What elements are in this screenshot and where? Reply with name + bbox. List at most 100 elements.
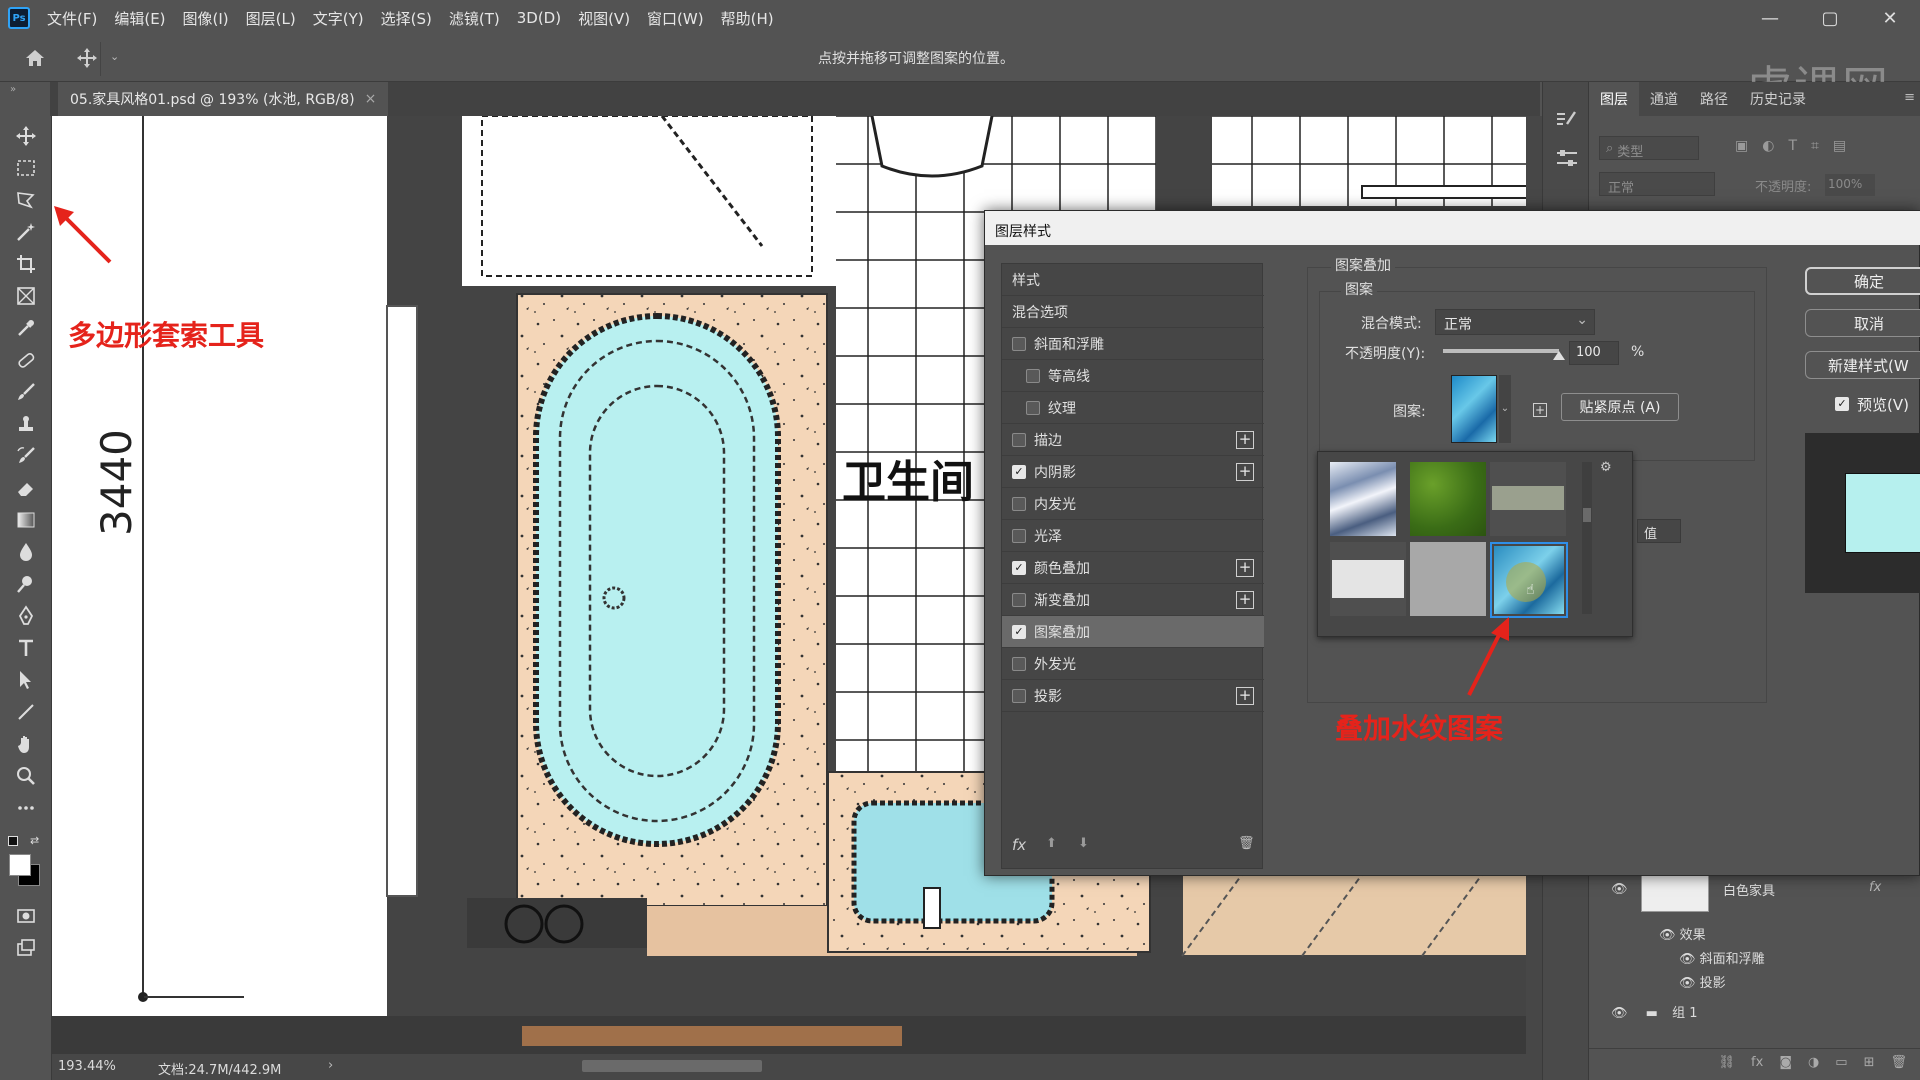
menu-help[interactable]: 帮助(H) [721,8,774,29]
layer-effect-bevel-row[interactable]: 👁 斜面和浮雕 [1679,948,1765,967]
polygonal-lasso-icon[interactable] [10,184,42,216]
zoom-icon[interactable] [10,760,42,792]
opacity-slider-track[interactable] [1443,349,1559,353]
tab-channels[interactable]: 通道 [1639,82,1689,116]
menu-view[interactable]: 视图(V) [578,8,630,29]
close-tab-icon[interactable]: × [365,91,377,107]
adjustment-filter-icon[interactable]: ◐ [1762,138,1774,154]
move-up-icon[interactable]: ⬆ [1046,836,1057,851]
layer-opacity-field[interactable]: 100% [1825,174,1875,196]
style-row-bevel-emboss[interactable]: 斜面和浮雕 [1002,328,1264,360]
layer-filter-field[interactable]: ⌕ 类型 [1599,136,1699,160]
layer-row-white-furniture[interactable]: 👁 白色家具 fx [1589,872,1920,912]
picker-scroll-thumb[interactable] [1583,508,1591,522]
style-row-inner-glow[interactable]: 内发光 [1002,488,1264,520]
tab-paths[interactable]: 路径 [1689,82,1739,116]
hidden-field-fragment[interactable]: 值 [1637,519,1681,543]
clone-stamp-icon[interactable] [10,408,42,440]
status-menu-arrow[interactable]: › [328,1058,333,1073]
new-adjustment-icon[interactable]: ◑ [1808,1055,1819,1074]
healing-brush-icon[interactable] [10,344,42,376]
outer-glow-checkbox[interactable] [1012,656,1026,671]
type-icon[interactable] [10,632,42,664]
menu-file[interactable]: 文件(F) [47,8,97,29]
smart-object-filter-icon[interactable]: ▤ [1833,138,1846,154]
magic-wand-icon[interactable] [10,216,42,248]
style-row-contour[interactable]: 等高线 [1002,360,1264,392]
style-row-styles[interactable]: 样式 [1002,264,1264,296]
shape-filter-icon[interactable]: ⌗ [1811,138,1819,154]
new-style-button[interactable]: 新建样式(W [1805,351,1920,379]
tab-history[interactable]: 历史记录 [1739,82,1817,116]
color-overlay-checkbox[interactable]: ✓ [1012,560,1026,575]
swap-colors-icon[interactable]: ⇄ [30,834,39,847]
default-colors-icon[interactable] [8,836,18,846]
collapse-toolbar-icon[interactable]: » [10,84,16,95]
tab-layers[interactable]: 图层 [1589,82,1639,116]
style-row-color-overlay[interactable]: ✓ 颜色叠加 + [1002,552,1264,584]
line-icon[interactable] [10,696,42,728]
style-row-texture[interactable]: 纹理 [1002,392,1264,424]
pen-icon[interactable] [10,600,42,632]
new-layer-icon[interactable]: ⊞ [1864,1055,1875,1074]
new-preset-icon[interactable]: + [1533,403,1547,417]
menu-layer[interactable]: 图层(L) [246,8,296,29]
image-filter-icon[interactable]: ▣ [1735,138,1748,154]
menu-window[interactable]: 窗口(W) [647,8,704,29]
menu-3d[interactable]: 3D(D) [517,9,561,27]
pattern-thumb-grass[interactable] [1410,462,1486,536]
maximize-button[interactable]: ▢ [1800,0,1860,36]
bevel-checkbox[interactable] [1012,336,1026,351]
layer-blend-mode-select[interactable]: 正常 [1599,172,1715,196]
pattern-thumb-paper-bg[interactable] [1330,542,1406,616]
opacity-slider-thumb[interactable] [1553,351,1565,360]
blend-mode-select[interactable]: 正常 ⌄ [1435,309,1595,335]
visibility-eye-icon[interactable]: 👁 [1611,882,1628,897]
zoom-level[interactable]: 193.44% [58,1059,116,1074]
history-brush-icon[interactable] [10,440,42,472]
style-row-gradient-overlay[interactable]: 渐变叠加 + [1002,584,1264,616]
add-style-icon[interactable]: fx [1751,1055,1763,1074]
style-row-satin[interactable]: 光泽 [1002,520,1264,552]
layer-fx-icon[interactable]: fx [1869,880,1881,895]
menu-type[interactable]: 文字(Y) [313,8,364,29]
delete-effect-icon[interactable]: 🗑 [1238,836,1255,851]
brush-icon[interactable] [10,376,42,408]
bevel-eye-icon[interactable]: 👁 [1679,952,1700,967]
group-eye-icon[interactable]: 👁 [1611,1006,1628,1021]
contour-checkbox[interactable] [1026,368,1040,383]
crop-icon[interactable] [10,248,42,280]
menu-image[interactable]: 图像(I) [183,8,229,29]
preview-checkbox[interactable]: ✓ [1835,397,1849,411]
add-drop-shadow-icon[interactable]: + [1236,686,1254,705]
add-stroke-icon[interactable]: + [1236,430,1254,449]
snap-to-origin-button[interactable]: 贴紧原点 (A) [1561,393,1679,421]
type-filter-icon[interactable]: T [1788,138,1797,154]
foreground-color-swatch[interactable] [9,854,31,876]
add-color-overlay-icon[interactable]: + [1236,558,1254,577]
document-tab[interactable]: 05.家具风格01.psd @ 193% (水池, RGB/8) × [58,82,389,116]
pattern-swatch[interactable] [1451,375,1497,443]
menu-filter[interactable]: 滤镜(T) [449,8,500,29]
add-gradient-overlay-icon[interactable]: + [1236,590,1254,609]
style-row-stroke[interactable]: 描边 + [1002,424,1264,456]
pattern-picker-toggle[interactable]: ⌄ [1499,375,1511,443]
move-icon[interactable] [10,120,42,152]
dodge-icon[interactable] [10,568,42,600]
stroke-checkbox[interactable] [1012,432,1026,447]
layer-effect-shadow-row[interactable]: 👁 投影 [1679,972,1726,991]
drop-shadow-checkbox[interactable] [1012,688,1026,703]
eraser-icon[interactable] [10,472,42,504]
picker-settings-gear-icon[interactable]: ⚙ [1600,460,1612,475]
path-selection-icon[interactable] [10,664,42,696]
inner-shadow-checkbox[interactable]: ✓ [1012,464,1026,479]
pattern-thumb-gray[interactable] [1410,542,1486,616]
frame-icon[interactable] [10,280,42,312]
layer-effects-row[interactable]: 👁 效果 [1659,924,1706,943]
minimize-button[interactable]: — [1740,0,1800,36]
fx-menu-icon[interactable]: fx [1012,836,1026,854]
ok-button[interactable]: 确定 [1805,267,1920,295]
chevron-down-icon[interactable]: ⌄ [110,50,119,63]
style-row-inner-shadow[interactable]: ✓ 内阴影 + [1002,456,1264,488]
picker-scrollbar[interactable] [1582,462,1592,614]
